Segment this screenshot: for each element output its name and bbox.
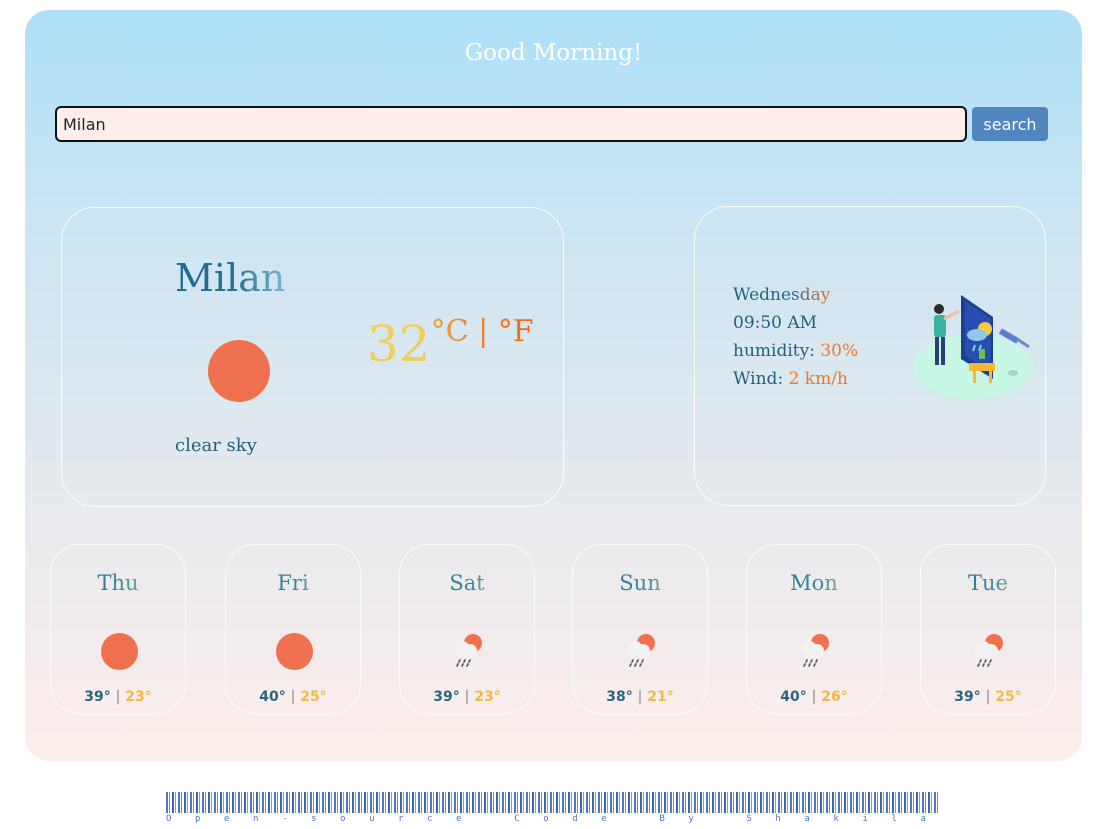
sun-icon xyxy=(276,633,313,670)
low-temp: 26° xyxy=(821,689,848,705)
current-time: 09:50 AM xyxy=(733,313,818,333)
forecast-day: Sat xyxy=(400,571,534,595)
greeting-title: Good Morning! xyxy=(464,40,643,66)
high-temp: 40° xyxy=(780,689,807,705)
low-temp: 21° xyxy=(647,689,674,705)
wind: Wind: 2 km/h xyxy=(733,369,848,389)
high-temp: 39° xyxy=(84,689,111,705)
unit-toggle[interactable]: °C | °F xyxy=(431,314,534,349)
low-temp: 25° xyxy=(300,689,327,705)
sun-icon xyxy=(101,633,138,670)
rain-cloud-icon xyxy=(454,634,482,667)
high-temp: 38° xyxy=(606,689,633,705)
temperature-value: 32 xyxy=(367,315,431,373)
current-weather-card: Milan clear sky 32°C | °F xyxy=(61,207,564,507)
forecast-card-tue: Tue 39° | 25° xyxy=(920,544,1056,714)
barcode-graphic xyxy=(166,792,939,813)
forecast-temps: 40° | 26° xyxy=(780,689,848,705)
forecast-card-mon: Mon 40° | 26° xyxy=(746,544,882,714)
details-card: Wednesday 09:50 AM humidity: 30% Wind: 2… xyxy=(694,206,1046,506)
forecast-temps: 39° | 23° xyxy=(433,689,501,705)
forecast-day: Mon xyxy=(747,571,881,595)
rain-cloud-icon xyxy=(627,634,655,667)
city-name: Milan xyxy=(175,256,286,300)
low-temp: 25° xyxy=(995,689,1022,705)
forecast-day: Thu xyxy=(51,571,185,595)
temperature-display: 32°C | °F xyxy=(367,314,534,373)
forecast-card-thu: Thu 39° | 23° xyxy=(50,544,186,714)
forecast-card-sat: Sat 39° | 23° xyxy=(399,544,535,714)
high-temp: 39° xyxy=(954,689,981,705)
forecast-day: Tue xyxy=(921,571,1055,595)
high-temp: 40° xyxy=(259,689,286,705)
low-temp: 23° xyxy=(125,689,152,705)
rain-cloud-icon xyxy=(975,634,1003,667)
forecast-card-fri: Fri 40° | 25° xyxy=(225,544,361,714)
rain-cloud-icon xyxy=(801,634,829,667)
forecast-day: Sun xyxy=(573,571,707,595)
footer-text: Open-source Code By Shakila xyxy=(166,814,939,824)
forecast-day: Fri xyxy=(226,571,360,595)
sun-icon xyxy=(208,340,270,402)
forecast-temps: 39° | 23° xyxy=(84,689,152,705)
low-temp: 23° xyxy=(474,689,501,705)
weather-app: Good Morning! search Milan clear sky 32°… xyxy=(25,10,1082,761)
forecast-temps: 39° | 25° xyxy=(954,689,1022,705)
weather-description: clear sky xyxy=(175,435,257,456)
footer-credit-link[interactable]: Open-source Code By Shakila xyxy=(166,792,939,828)
search-button[interactable]: search xyxy=(972,107,1048,141)
day-name: Wednesday xyxy=(733,285,831,305)
search-input[interactable] xyxy=(55,106,967,142)
forecast-card-sun: Sun 38° | 21° xyxy=(572,544,708,714)
high-temp: 39° xyxy=(433,689,460,705)
forecast-temps: 38° | 21° xyxy=(606,689,674,705)
weather-presenter-illustration xyxy=(913,295,1033,399)
humidity: humidity: 30% xyxy=(733,341,859,361)
forecast-temps: 40° | 25° xyxy=(259,689,327,705)
